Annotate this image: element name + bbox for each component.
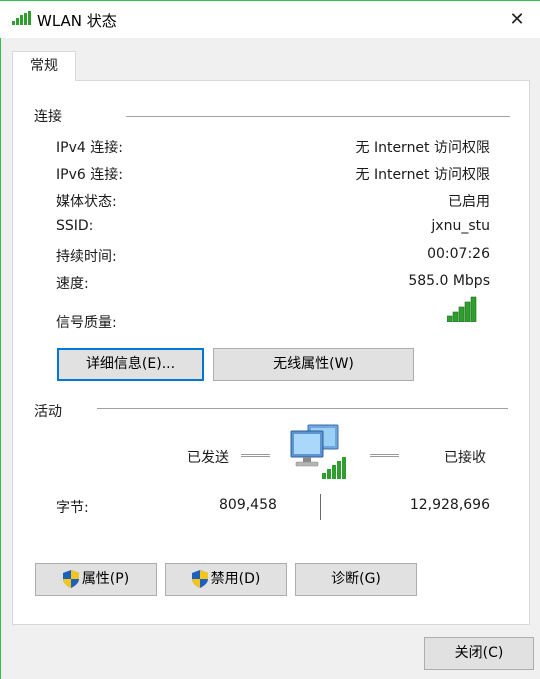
- signal-quality-label: 信号质量:: [56, 315, 117, 331]
- properties-button-label: 属性(P): [81, 571, 130, 587]
- activity-divider: [97, 408, 508, 409]
- window-border: [0, 38, 1, 679]
- wifi-signal-icon: [12, 11, 31, 25]
- diagnose-button[interactable]: 诊断(G): [295, 563, 417, 596]
- uac-shield-icon: [191, 570, 208, 588]
- close-icon: ✕: [509, 9, 525, 30]
- ipv4-value: 无 Internet 访问权限: [355, 140, 491, 156]
- close-window-button[interactable]: ✕: [494, 1, 540, 39]
- signal-quality-icon: [447, 296, 477, 322]
- sent-line: [241, 454, 270, 457]
- properties-button[interactable]: 属性(P): [35, 563, 157, 596]
- close-button[interactable]: 关闭(C): [424, 637, 534, 670]
- ipv6-value: 无 Internet 访问权限: [355, 167, 491, 183]
- details-button[interactable]: 详细信息(E)...: [57, 348, 204, 381]
- ssid-value: jxnu_stu: [431, 218, 490, 234]
- bytes-label: 字节:: [56, 500, 89, 516]
- speed-label: 速度:: [56, 276, 89, 292]
- bytes-separator: [320, 494, 321, 520]
- speed-value: 585.0 Mbps: [408, 273, 490, 289]
- ipv6-label: IPv6 连接:: [56, 167, 123, 183]
- received-line: [370, 454, 399, 457]
- window-title: WLAN 状态: [37, 12, 117, 30]
- title-bar: WLAN 状态 ✕: [0, 0, 540, 38]
- bytes-sent-value: 809,458: [219, 497, 277, 513]
- media-state-value: 已启用: [448, 194, 490, 210]
- tab-general[interactable]: 常规: [12, 51, 76, 81]
- duration-value: 00:07:26: [427, 246, 490, 262]
- disable-button[interactable]: 禁用(D): [165, 563, 287, 596]
- sent-label: 已发送: [187, 450, 229, 466]
- ipv4-label: IPv4 连接:: [56, 140, 123, 156]
- wireless-properties-button[interactable]: 无线属性(W): [213, 348, 414, 381]
- received-label: 已接收: [444, 450, 486, 466]
- network-computers-icon: [290, 424, 346, 479]
- duration-label: 持续时间:: [56, 249, 117, 265]
- media-state-label: 媒体状态:: [56, 194, 117, 210]
- connection-section-label: 连接: [34, 109, 62, 125]
- bytes-received-value: 12,928,696: [409, 497, 490, 513]
- uac-shield-icon: [62, 570, 79, 588]
- ssid-label: SSID:: [56, 218, 94, 234]
- connection-divider: [126, 116, 510, 117]
- activity-section-label: 活动: [34, 404, 62, 420]
- disable-button-label: 禁用(D): [210, 571, 261, 587]
